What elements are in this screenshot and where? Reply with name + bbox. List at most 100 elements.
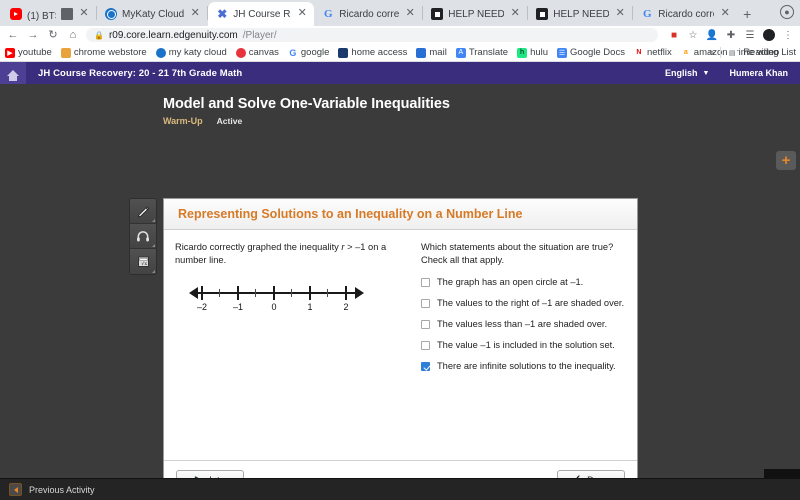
browser-tab[interactable]: HELP NEEDED URGE ✕ [423,2,527,26]
checkbox-input[interactable] [421,341,430,351]
extension-blocked-icon[interactable]: ■ [668,29,680,41]
checkbox-input[interactable] [421,320,430,330]
checkbox-input-checked[interactable] [421,362,430,372]
previous-activity-label[interactable]: Previous Activity [29,485,95,495]
forward-button[interactable]: → [26,28,40,42]
bookmark-label: canvas [248,47,279,58]
language-selector[interactable]: English ▼ [655,62,719,84]
bookmark-label: my katy cloud [168,47,227,58]
headphones-icon [137,230,149,241]
back-button[interactable]: ← [6,28,20,42]
katycloud-icon [155,47,166,58]
browser-tab[interactable]: G Ricardo correctly gra ✕ [633,2,737,26]
omnibox-actions: ■ ☆ 👤 ✚ ☰ ⋮ [664,29,794,41]
youtube-icon [10,8,22,20]
address-bar[interactable]: 🔒 r09.core.learn.edgenuity.com/Player/ [86,28,658,42]
tab-close-icon[interactable]: ✕ [404,8,416,20]
browser-tab[interactable]: MyKaty Cloud ✕ [97,2,207,26]
webstore-icon [60,47,71,58]
chrome-menu-icon[interactable]: ⋮ [782,29,794,41]
add-button[interactable]: + [776,151,796,170]
divider [720,47,722,58]
bookmark-translate[interactable]: A Translate [455,47,509,58]
checkbox-input[interactable] [421,277,430,287]
bookmark-home-access[interactable]: home access [338,47,407,58]
bookmark-label: chrome webstore [73,47,147,58]
previous-activity-button[interactable] [9,483,22,496]
extensions-puzzle-icon[interactable]: ✚ [725,29,737,41]
reading-list-icon: ▤ [727,47,738,58]
tab-close-icon[interactable]: ✕ [509,8,521,20]
reload-button[interactable]: ↻ [46,28,60,42]
homeaccess-icon [338,47,349,58]
user-name[interactable]: Humera Khan [719,68,800,78]
calculator-tool-button[interactable]: √x [130,249,156,274]
number-line-label: –2 [196,301,208,312]
number-line-minor-tick [327,288,328,297]
bookmark-youtube[interactable]: ▶ youtube [5,47,52,58]
tool-rail: √x [129,198,157,275]
app-header: JH Course Recovery: 20 - 21 7th Grade Ma… [0,62,800,84]
browser-tab-active[interactable]: ✖ JH Course Recovery: ✕ [208,2,315,26]
home-icon [7,70,19,81]
scrollbar-corner[interactable] [764,469,800,478]
number-line-tick [309,285,311,300]
mykaty-icon [105,8,117,20]
bookmarks-overflow-button[interactable]: » [709,47,714,58]
tab-title: HELP NEEDED URGE [448,8,505,20]
gdocs-icon: ☰ [557,47,568,58]
edgenuity-icon: ✖ [217,7,228,21]
bookmark-canvas[interactable]: canvas [235,47,279,58]
number-line-label: 0 [271,301,277,312]
answer-column: Which statements about the situation are… [417,241,625,460]
tab-close-icon[interactable]: ✕ [78,8,90,20]
tab-close-icon[interactable]: ✕ [614,8,626,20]
browser-tab[interactable]: G Ricardo correctly gra ✕ [314,2,422,26]
bookmark-star-icon[interactable]: ☆ [687,29,699,41]
bookmark-label: netflix [646,47,672,58]
picture-in-picture-icon[interactable] [61,8,73,20]
lesson-stage-label: Warm-Up [163,116,203,126]
avatar[interactable] [763,29,775,41]
home-button[interactable] [0,62,26,84]
home-button[interactable]: ⌂ [66,28,80,42]
bookmark-hulu[interactable]: h hulu [517,47,548,58]
bookmark-label: Translate [468,47,509,58]
profile-icon[interactable]: 👤 [706,29,718,41]
bookmark-my-katy-cloud[interactable]: my katy cloud [155,47,227,58]
brainly-icon [536,8,549,20]
checkbox-label: The values less than –1 are shaded over. [437,319,608,330]
tab-title: JH Course Recovery: [233,8,291,20]
audio-tool-button[interactable] [130,224,156,249]
browser-tab[interactable]: HELP NEEDED URGE ✕ [528,2,632,26]
checkbox-option[interactable]: The value –1 is included in the solution… [421,340,625,352]
tab-close-icon[interactable]: ✕ [296,8,308,20]
checkbox-option[interactable]: The graph has an open circle at –1. [421,277,625,289]
checkbox-option[interactable]: The values less than –1 are shaded over. [421,319,625,331]
tab-close-icon[interactable]: ✕ [189,8,201,20]
window-menu-icon[interactable]: ● [780,5,794,19]
tab-strip: (1) BTS (방탄소년단 ✕ MyKaty Cloud ✕ ✖ JH Cou… [0,0,800,26]
lesson-header: Model and Solve One-Variable Inequalitie… [0,84,800,126]
checkbox-input[interactable] [421,299,430,309]
reading-list-label[interactable]: Reading List [743,47,796,58]
checkbox-option[interactable]: The values to the right of –1 are shaded… [421,298,625,310]
tab-close-icon[interactable]: ✕ [719,8,731,20]
tab-title: (1) BTS (방탄소년단 [27,10,56,22]
chevron-down-icon: ▼ [702,69,710,77]
checkbox-option-selected[interactable]: There are infinite solutions to the ineq… [421,361,625,373]
edgenuity-player: JH Course Recovery: 20 - 21 7th Grade Ma… [0,62,800,500]
bookmark-google-docs[interactable]: ☰ Google Docs [557,47,625,58]
reading-list-icon[interactable]: ☰ [744,29,756,41]
bookmark-netflix[interactable]: N netflix [633,47,672,58]
pencil-tool-button[interactable] [130,199,156,224]
bookmark-chrome-webstore[interactable]: chrome webstore [60,47,147,58]
new-tab-button[interactable]: + [737,4,757,24]
question-column: Ricardo correctly graphed the inequality… [175,241,407,460]
browser-tab[interactable]: (1) BTS (방탄소년단 ✕ [2,2,96,26]
tab-title: Ricardo correctly gra [339,8,400,20]
pencil-icon [137,205,149,217]
lesson-subheader: Warm-Up Active [163,116,800,126]
bookmark-google[interactable]: G google [288,47,329,58]
bookmark-mail[interactable]: mail [416,47,447,58]
